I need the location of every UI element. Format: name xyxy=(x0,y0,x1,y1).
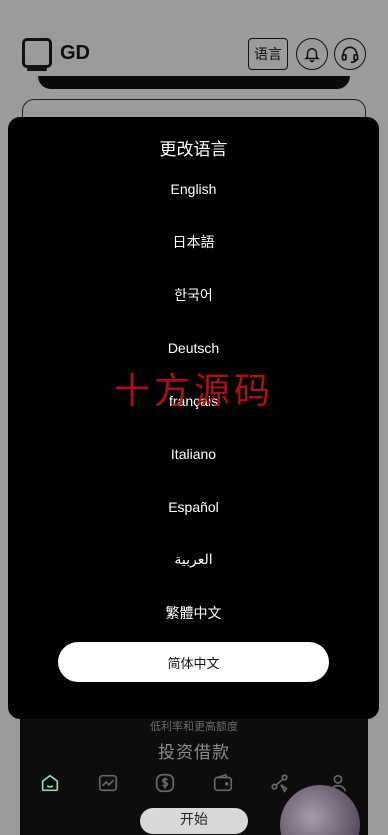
language-option-arabic[interactable]: العربية xyxy=(8,533,379,586)
app-header: GD 语言 xyxy=(0,0,388,80)
brand-name: GD xyxy=(60,42,90,64)
dollar-icon xyxy=(156,773,175,793)
language-option-japanese[interactable]: 日本語 xyxy=(8,215,379,268)
language-option-german[interactable]: Deutsch xyxy=(8,321,379,374)
tab-market[interactable] xyxy=(93,768,123,798)
wallet-icon xyxy=(213,773,232,792)
language-list: English 日本語 한국어 Deutsch français Italian… xyxy=(8,162,379,682)
chart-icon xyxy=(98,774,117,792)
promo-subtitle: 低利率和更高额度 xyxy=(150,721,238,733)
language-option-traditional-chinese[interactable]: 繁體中文 xyxy=(8,586,379,639)
language-modal: 更改语言 English 日本語 한국어 Deutsch français It… xyxy=(8,117,379,719)
share-icon xyxy=(271,774,289,793)
home-icon xyxy=(41,774,59,792)
modal-title: 更改语言 xyxy=(159,140,228,159)
promo-title: 投资借款 xyxy=(158,743,230,762)
start-button[interactable]: 开始 xyxy=(140,808,248,834)
tab-home[interactable] xyxy=(35,768,65,798)
language-option-simplified-chinese[interactable]: 简体中文 xyxy=(58,642,329,682)
logo-icon xyxy=(22,38,52,71)
notification-button[interactable] xyxy=(296,38,328,70)
language-option-korean[interactable]: 한국어 xyxy=(8,268,379,321)
tab-share[interactable] xyxy=(265,768,295,798)
headset-icon xyxy=(341,46,359,64)
tab-finance[interactable] xyxy=(150,768,180,798)
language-option-french[interactable]: français xyxy=(8,374,379,427)
tab-wallet[interactable] xyxy=(208,768,238,798)
language-option-italian[interactable]: Italiano xyxy=(8,427,379,480)
support-button[interactable] xyxy=(334,38,366,70)
language-option-spanish[interactable]: Español xyxy=(8,480,379,533)
bell-icon xyxy=(304,48,320,63)
language-option-english[interactable]: English xyxy=(8,162,379,215)
banner-carousel[interactable] xyxy=(38,76,350,89)
language-button[interactable]: 语言 xyxy=(248,38,288,70)
